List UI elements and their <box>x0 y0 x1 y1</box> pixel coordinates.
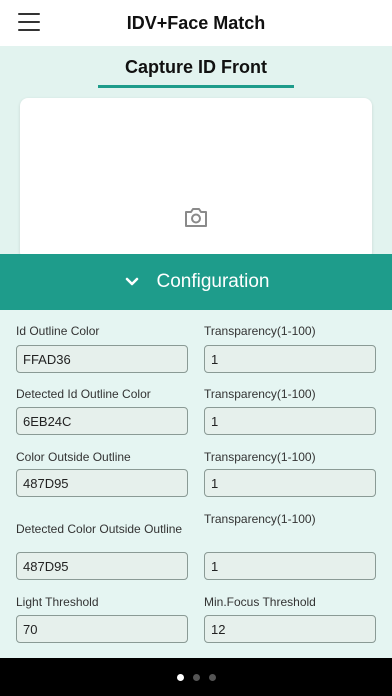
transparency-label: Transparency(1-100) <box>204 512 316 526</box>
page-dot-active[interactable] <box>176 673 184 681</box>
detected-id-outline-color-label: Detected Id Outline Color <box>16 387 151 401</box>
configuration-form: Id Outline Color Transparency(1-100) FFA… <box>0 310 392 658</box>
tab-bar: Capture ID Front <box>0 46 392 90</box>
hamburger-menu-icon[interactable] <box>18 13 40 33</box>
page-indicator <box>0 658 392 696</box>
page-title: IDV+Face Match <box>126 12 266 33</box>
page-dot[interactable] <box>208 673 216 681</box>
detected-id-outline-color-field[interactable]: 6EB24C <box>16 407 188 435</box>
page-dot[interactable] <box>192 673 200 681</box>
transparency-label: Transparency(1-100) <box>204 450 316 464</box>
app-header: IDV+Face Match <box>0 0 392 46</box>
camera-icon[interactable] <box>184 206 208 228</box>
transparency-field[interactable]: 1 <box>204 469 376 497</box>
color-outside-outline-field[interactable]: 487D95 <box>16 469 188 497</box>
tab-capture-id-front[interactable]: Capture ID Front <box>98 46 294 88</box>
transparency-field[interactable]: 1 <box>204 345 376 373</box>
tab-active-indicator <box>98 85 294 88</box>
min-focus-threshold-field[interactable]: 12 <box>204 615 376 643</box>
light-threshold-field[interactable]: 70 <box>16 615 188 643</box>
configuration-label: Configuration <box>156 271 270 292</box>
transparency-field[interactable]: 1 <box>204 552 376 580</box>
id-outline-color-field[interactable]: FFAD36 <box>16 345 188 373</box>
transparency-label: Transparency(1-100) <box>204 324 316 338</box>
light-threshold-label: Light Threshold <box>16 595 99 609</box>
chevron-down-icon <box>126 277 139 286</box>
detected-color-outside-outline-field[interactable]: 487D95 <box>16 552 188 580</box>
color-outside-outline-label: Color Outside Outline <box>16 450 131 464</box>
transparency-label: Transparency(1-100) <box>204 387 316 401</box>
configuration-toggle[interactable]: Configuration <box>0 254 392 310</box>
detected-color-outside-outline-label: Detected Color Outside Outline <box>16 522 183 536</box>
id-capture-preview[interactable] <box>20 98 372 260</box>
id-outline-color-label: Id Outline Color <box>16 324 100 338</box>
capture-area <box>0 90 392 260</box>
min-focus-threshold-label: Min.Focus Threshold <box>204 595 316 609</box>
transparency-field[interactable]: 1 <box>204 407 376 435</box>
